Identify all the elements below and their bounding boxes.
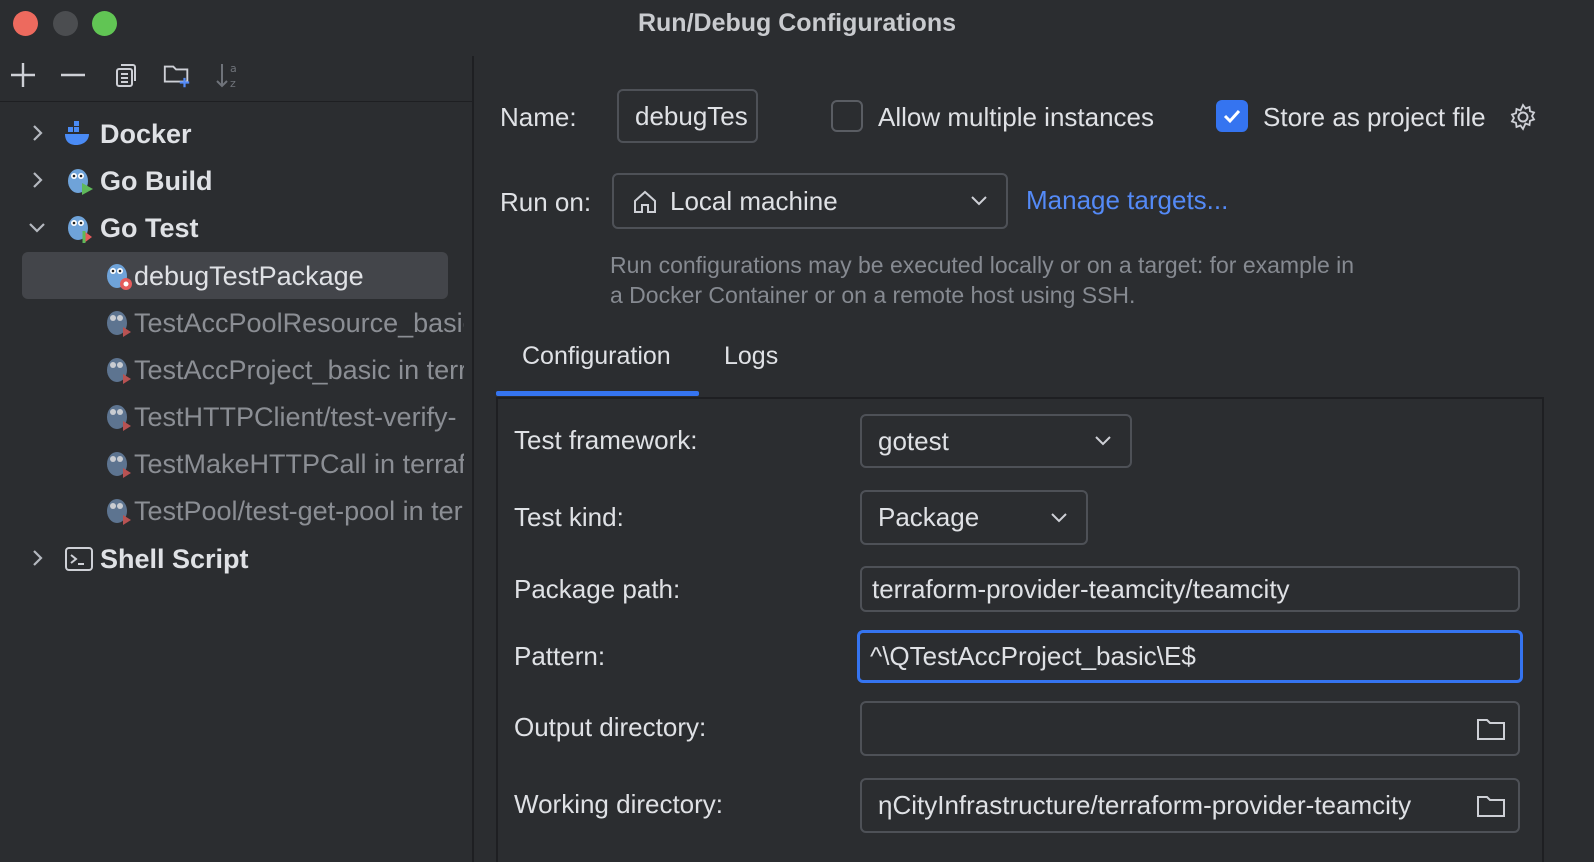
- sidebar-toolbar: az: [0, 46, 473, 102]
- folder-icon[interactable]: [1476, 793, 1506, 819]
- window-title: Run/Debug Configurations: [637, 9, 957, 37]
- store-project-label: Store as project file: [1263, 102, 1486, 132]
- pattern-input[interactable]: ^\QTestAccProject_basic\E$: [857, 630, 1523, 683]
- tree-group-label: Go Build: [100, 166, 213, 196]
- tree-item-testpool[interactable]: TestPool/test-get-pool in terraform: [0, 487, 473, 533]
- go-test-icon: [107, 358, 131, 384]
- run-on-label: Run on:: [500, 187, 592, 217]
- sort-alphabetically-icon[interactable]: az: [214, 60, 244, 90]
- tree-group-shell-script[interactable]: Shell Script: [0, 535, 473, 581]
- home-icon: [634, 190, 656, 213]
- tree-item-label: TestMakeHTTPCall in terraform: [134, 449, 464, 479]
- docker-icon: [65, 121, 89, 145]
- plus-icon[interactable]: [8, 60, 38, 90]
- chevron-down-icon[interactable]: [26, 216, 48, 238]
- test-framework-value: gotest: [878, 425, 949, 456]
- tree-group-go-test[interactable]: Go Test: [0, 204, 473, 250]
- working-directory-label: Working directory:: [514, 789, 724, 819]
- copy-icon[interactable]: [110, 60, 140, 90]
- chevron-right-icon[interactable]: [26, 122, 48, 144]
- name-label: Name:: [500, 102, 577, 132]
- package-path-input[interactable]: terraform-provider-teamcity/teamcity: [860, 566, 1520, 612]
- chevron-right-icon[interactable]: [26, 169, 48, 191]
- working-directory-input[interactable]: ηCityInfrastructure/terraform-provider-t…: [860, 778, 1520, 833]
- tree-item-label: TestPool/test-get-pool in terraform: [134, 496, 464, 526]
- manage-targets-link[interactable]: Manage targets...: [1026, 185, 1228, 216]
- test-kind-dropdown[interactable]: Package: [860, 490, 1088, 545]
- package-path-label: Package path:: [514, 574, 681, 604]
- go-test-icon: [107, 499, 131, 525]
- tree-group-label: Go Test: [100, 213, 199, 243]
- chevron-down-icon: [1051, 512, 1067, 522]
- go-test-icon: [107, 452, 131, 478]
- go-test-icon: [107, 405, 131, 431]
- checkmark-icon: [1223, 109, 1241, 124]
- test-framework-dropdown[interactable]: gotest: [860, 414, 1132, 468]
- go-test-debug-icon: [107, 264, 132, 290]
- minus-icon[interactable]: [58, 60, 88, 90]
- title-bar: Run/Debug Configurations: [0, 0, 1594, 46]
- store-project-checkbox[interactable]: [1216, 100, 1248, 132]
- chevron-down-icon: [1095, 436, 1111, 446]
- tab-logs[interactable]: Logs: [724, 342, 778, 371]
- test-kind-value: Package: [878, 502, 980, 532]
- go-test-icon: [68, 216, 92, 243]
- tree-item-debugtestpackage[interactable]: debugTestPackage: [0, 252, 473, 298]
- configurations-sidebar: az Docker Go Build Go Test debugTestPack…: [0, 46, 473, 862]
- working-directory-value: ηCityInfrastructure/terraform-provider-t…: [878, 790, 1412, 820]
- gear-icon[interactable]: [1508, 102, 1538, 132]
- tree-group-label: Docker: [100, 119, 192, 149]
- go-build-icon: [68, 169, 93, 195]
- tree-item-label: debugTestPackage: [134, 261, 364, 291]
- configuration-editor: Name: debugTes Allow multiple instances …: [474, 46, 1594, 862]
- pattern-label: Pattern:: [514, 641, 606, 671]
- run-on-dropdown[interactable]: Local machine: [612, 173, 1008, 229]
- test-kind-label: Test kind:: [514, 502, 624, 532]
- new-folder-icon[interactable]: [162, 60, 192, 90]
- run-on-value: Local machine: [670, 185, 838, 216]
- chevron-right-icon[interactable]: [26, 547, 48, 569]
- test-framework-label: Test framework:: [514, 425, 698, 455]
- tree-item-label: TestAccPoolResource_basic: [134, 308, 464, 338]
- output-directory-input[interactable]: [860, 701, 1520, 756]
- tree-item-testmakehttpcall[interactable]: TestMakeHTTPCall in terraform: [0, 440, 473, 486]
- tree-item-label: TestHTTPClient/test-verify-: [134, 402, 457, 432]
- go-test-icon: [107, 311, 131, 337]
- tree-group-go-build[interactable]: Go Build: [0, 157, 473, 203]
- run-on-hint: Run configurations may be executed local…: [610, 252, 1355, 308]
- terminal-icon: [65, 547, 93, 571]
- output-directory-label: Output directory:: [514, 712, 707, 742]
- chevron-down-icon: [971, 196, 987, 206]
- tree-item-label: TestAccProject_basic in terraform-provid…: [134, 355, 464, 385]
- allow-multiple-checkbox[interactable]: [831, 100, 863, 132]
- tree-item-testhttpclient[interactable]: TestHTTPClient/test-verify-: [0, 393, 473, 439]
- active-tab-indicator: [496, 391, 699, 396]
- folder-icon[interactable]: [1476, 716, 1506, 742]
- allow-multiple-label: Allow multiple instances: [878, 102, 1155, 132]
- svg-text:z: z: [230, 77, 236, 90]
- tree-group-label: Shell Script: [100, 544, 249, 574]
- svg-text:a: a: [230, 62, 237, 75]
- tree-item-testaccpoolresource[interactable]: TestAccPoolResource_basic: [0, 299, 473, 345]
- tab-configuration[interactable]: Configuration: [522, 342, 671, 371]
- tree-group-docker[interactable]: Docker: [0, 110, 473, 156]
- name-input[interactable]: debugTes: [617, 89, 758, 143]
- tree-item-testaccproject[interactable]: TestAccProject_basic in terraform-provid…: [0, 346, 473, 392]
